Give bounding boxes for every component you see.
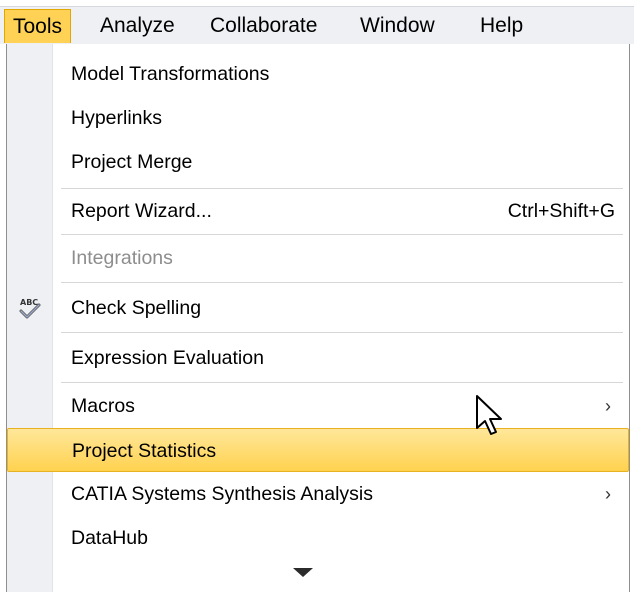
menu-item-project-merge[interactable]: Project Merge xyxy=(7,140,629,184)
chevron-right-icon: › xyxy=(605,484,611,504)
menubar: Tools Analyze Collaborate Window Help xyxy=(0,6,634,44)
menu-help[interactable]: Help xyxy=(472,9,531,43)
menu-item-label: Project Statistics xyxy=(72,440,217,462)
menu-item-macros[interactable]: Macros › xyxy=(7,384,629,428)
menu-separator xyxy=(61,234,623,235)
menu-item-project-statistics[interactable]: Project Statistics xyxy=(7,428,629,472)
tools-menu-dropdown: Model Transformations Hyperlinks Project… xyxy=(6,44,630,592)
screenshot-stage: Tools Analyze Collaborate Window Help Mo… xyxy=(0,0,634,592)
menu-item-datahub[interactable]: DataHub xyxy=(7,516,629,560)
menu-item-check-spelling[interactable]: ABC Check Spelling xyxy=(7,286,629,330)
menu-tools[interactable]: Tools xyxy=(4,9,72,43)
menu-item-label: Hyperlinks xyxy=(71,107,163,129)
menu-window[interactable]: Window xyxy=(352,9,443,43)
menu-item-hyperlinks[interactable]: Hyperlinks xyxy=(7,96,629,140)
scroll-down-arrow-icon xyxy=(293,568,313,577)
menu-scroll-down-button[interactable] xyxy=(7,556,629,592)
menu-item-label: Model Transformations xyxy=(71,63,270,85)
menu-item-label: Macros xyxy=(71,395,135,417)
menu-item-catia-systems-synthesis-analysis[interactable]: CATIA Systems Synthesis Analysis › xyxy=(7,472,629,516)
mouse-pointer-icon xyxy=(474,394,508,438)
menu-separator xyxy=(61,282,623,283)
menu-item-label: Expression Evaluation xyxy=(71,347,264,369)
menu-analyze[interactable]: Analyze xyxy=(92,9,183,43)
menu-item-label: Check Spelling xyxy=(71,297,202,319)
menu-item-report-wizard[interactable]: Report Wizard... Ctrl+Shift+G xyxy=(7,189,629,233)
menu-item-model-transformations[interactable]: Model Transformations xyxy=(7,52,629,96)
chevron-right-icon: › xyxy=(605,396,611,416)
spell-check-icon: ABC xyxy=(17,296,43,320)
menu-separator xyxy=(61,382,623,383)
menu-item-expression-evaluation[interactable]: Expression Evaluation xyxy=(7,336,629,380)
menu-item-label: Integrations xyxy=(71,247,173,269)
menu-collaborate[interactable]: Collaborate xyxy=(202,9,325,43)
menu-item-shortcut: Ctrl+Shift+G xyxy=(507,200,615,222)
svg-text:ABC: ABC xyxy=(20,298,38,307)
menu-item-label: Report Wizard... xyxy=(71,200,212,222)
menu-item-label: CATIA Systems Synthesis Analysis xyxy=(71,483,373,505)
menu-item-label: DataHub xyxy=(71,527,148,549)
menu-item-label: Project Merge xyxy=(71,151,193,173)
menu-separator xyxy=(61,332,623,333)
menu-item-integrations: Integrations xyxy=(7,236,629,280)
